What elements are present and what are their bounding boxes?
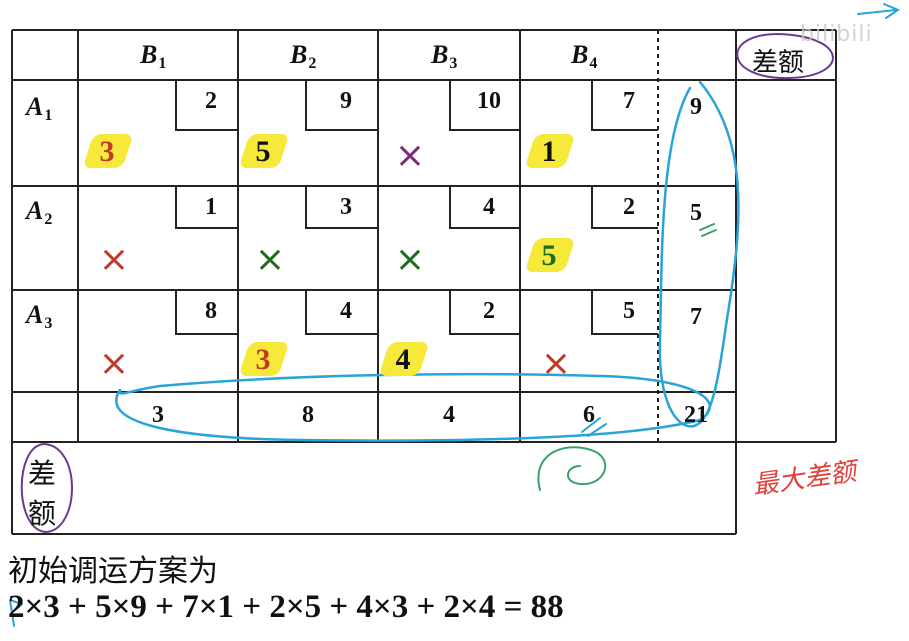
- cost-value: 4: [483, 194, 495, 220]
- cross-mark-icon: ×: [394, 135, 426, 176]
- allocation-value: 5: [541, 239, 557, 272]
- demand-value: 4: [443, 402, 455, 428]
- column-header-b3: B3: [431, 40, 457, 73]
- : [660, 82, 739, 426]
- cost-value: 2: [205, 88, 217, 114]
- column-header-b2: B2: [290, 40, 316, 73]
- cost-value: 3: [340, 194, 352, 220]
- total-sum: 21: [684, 402, 708, 428]
- column-header-letter: B: [140, 40, 158, 69]
- plan-title: 初始调运方案为: [8, 554, 218, 589]
- pen-arrow-icon: [857, 3, 901, 19]
- pen-spiral: [537, 446, 607, 491]
- pen-loop-supply-column: [658, 80, 740, 428]
- cost-value: 7: [623, 88, 635, 114]
- column-header-sub: 4: [589, 55, 598, 72]
- row-header-letter: A: [26, 300, 44, 329]
- cost-equation: 2×3 + 5×9 + 7×1 + 2×5 + 4×3 + 2×4 = 88: [8, 589, 564, 625]
- supply-value: 9: [690, 94, 702, 120]
- row-header-sub: 3: [44, 315, 53, 332]
- allocation-value: 4: [395, 343, 411, 376]
- diff-label-top: 差额: [752, 48, 805, 78]
- row-header-letter: A: [26, 196, 44, 225]
- column-header-letter: B: [571, 40, 589, 69]
- supply-value: 7: [690, 304, 702, 330]
- cross-mark-icon: ×: [98, 239, 130, 280]
- column-header-b1: B1: [140, 40, 166, 73]
- demand-value: 3: [152, 402, 164, 428]
- cost-value: 10: [477, 88, 501, 114]
- row-header-a3: A3: [26, 300, 52, 333]
- column-header-b4: B4: [571, 40, 597, 73]
- row-header-letter: A: [26, 92, 44, 121]
- column-header-sub: 3: [449, 55, 458, 72]
- allocation-value: 3: [99, 135, 115, 168]
- cost-value: 8: [205, 298, 217, 324]
- cost-value: 1: [205, 194, 217, 220]
- cost-value: 9: [340, 88, 352, 114]
- cross-mark-icon: ×: [254, 239, 286, 280]
- cost-value: 2: [483, 298, 495, 324]
- column-header-letter: B: [290, 40, 308, 69]
- cost-value: 4: [340, 298, 352, 324]
- row-header-sub: 1: [44, 107, 53, 124]
- diff-label-left-1: 差: [28, 457, 57, 490]
- cross-mark-icon: ×: [540, 343, 572, 384]
- diff-label-left-2: 额: [28, 497, 57, 530]
- cost-value: 5: [623, 298, 635, 324]
- column-header-letter: B: [431, 40, 449, 69]
- cross-mark-icon: ×: [394, 239, 426, 280]
- cross-mark-icon: ×: [98, 343, 130, 384]
- allocation-value: 5: [255, 135, 271, 168]
- column-header-sub: 1: [158, 55, 167, 72]
- row-header-sub: 2: [44, 211, 53, 228]
- cost-value: 2: [623, 194, 635, 220]
- row-header-a2: A2: [26, 196, 52, 229]
- watermark-logo: bilibili: [800, 22, 873, 47]
- pen-loop-demand-row: [115, 372, 712, 442]
- transport-table-grid: [9, 3, 901, 627]
- supply-value: 5: [690, 200, 702, 226]
- allocation-value: 3: [255, 343, 271, 376]
- demand-value: 6: [583, 402, 595, 428]
- allocation-value: 1: [541, 135, 557, 168]
- column-header-sub: 2: [308, 55, 317, 72]
- demand-value: 8: [302, 402, 314, 428]
- row-header-a1: A1: [26, 92, 52, 125]
